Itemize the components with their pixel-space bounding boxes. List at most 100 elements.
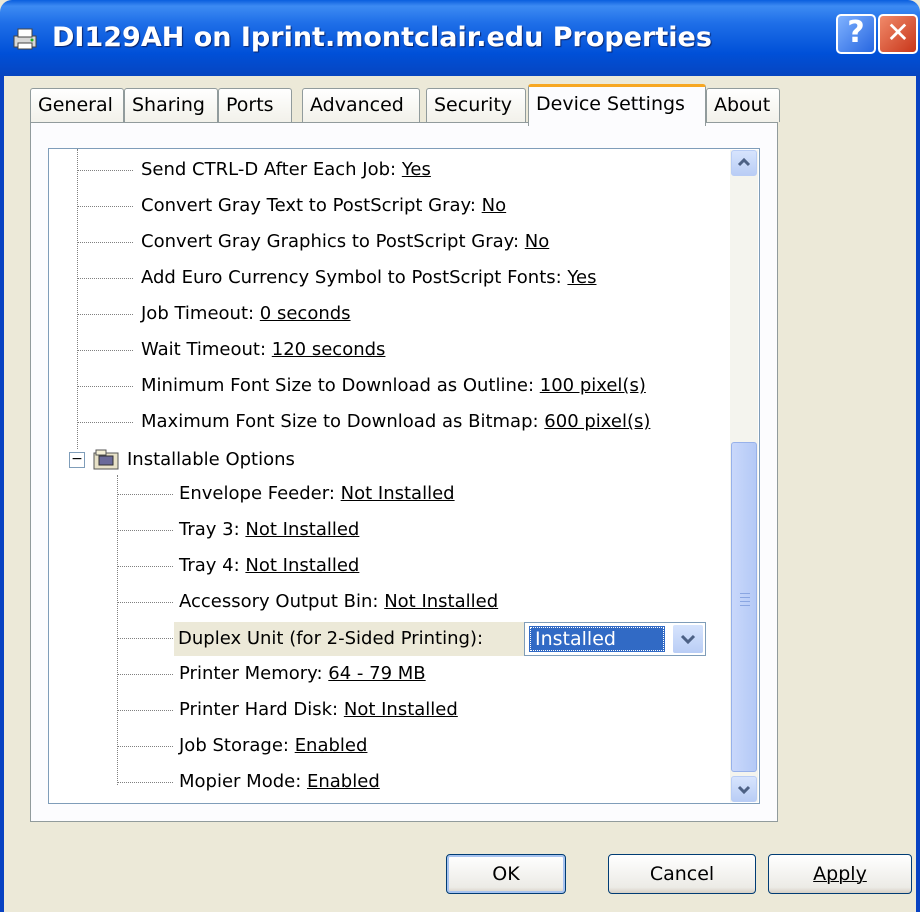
help-button[interactable]: ? xyxy=(836,14,876,54)
duplex-unit-select-value[interactable]: Installed xyxy=(529,626,665,652)
tree-option[interactable]: Printer Memory: 64 - 79 MB xyxy=(179,661,426,687)
tree-item-label: Job Timeout: xyxy=(141,303,260,324)
tree-connector xyxy=(117,638,173,639)
tab-about[interactable]: About xyxy=(706,88,780,122)
tree-item-label: Maximum Font Size to Download as Bitmap: xyxy=(141,411,545,432)
tree-connector xyxy=(117,782,173,783)
close-button[interactable]: ✕ xyxy=(878,14,918,54)
tree-item[interactable]: Send CTRL-D After Each Job: Yes xyxy=(141,157,431,183)
tree-option[interactable]: Tray 3: Not Installed xyxy=(179,517,359,543)
tree-item-label: Convert Gray Text to PostScript Gray: xyxy=(141,195,482,216)
tree-item[interactable]: Add Euro Currency Symbol to PostScript F… xyxy=(141,265,596,291)
ok-button[interactable]: OK xyxy=(446,854,566,894)
tree-connector xyxy=(117,494,173,495)
tree-option-label: Envelope Feeder: xyxy=(179,483,341,504)
tree-option[interactable]: Accessory Output Bin: Not Installed xyxy=(179,589,498,615)
tree-connector xyxy=(117,530,173,531)
tree-option-label: Accessory Output Bin: xyxy=(179,591,385,612)
tree-item-value[interactable]: No xyxy=(525,231,549,252)
tree-connector xyxy=(77,170,133,171)
apply-button-label: Apply xyxy=(813,863,867,885)
title-bar[interactable]: DI129AH on Iprint.montclair.edu Properti… xyxy=(0,0,920,76)
tree-connector xyxy=(117,602,173,603)
tree-item[interactable]: Convert Gray Text to PostScript Gray: No xyxy=(141,193,506,219)
tree-option-label: Job Storage: xyxy=(179,735,295,756)
tab-ports[interactable]: Ports xyxy=(218,88,292,122)
tree-item-value[interactable]: No xyxy=(482,195,506,216)
tab-sharing[interactable]: Sharing xyxy=(124,88,218,122)
window-frame-left xyxy=(0,76,4,912)
help-icon: ? xyxy=(847,15,865,50)
tree-option-value[interactable]: Enabled xyxy=(295,735,368,756)
tree-item-value[interactable]: 0 seconds xyxy=(260,303,351,324)
tree-connector xyxy=(77,278,133,279)
tree-item-label: Minimum Font Size to Download as Outline… xyxy=(141,375,540,396)
printer-settings-icon xyxy=(93,449,119,471)
collapse-icon[interactable]: − xyxy=(69,452,85,468)
tree-item-value[interactable]: 100 pixel(s) xyxy=(540,375,646,396)
tree-group-installable-options[interactable]: − Installable Options xyxy=(69,447,295,473)
chevron-down-icon[interactable] xyxy=(673,625,703,653)
tree-option-value[interactable]: Enabled xyxy=(307,771,380,792)
tree-connector xyxy=(117,746,173,747)
tree-connector xyxy=(77,314,133,315)
tree-option[interactable]: Envelope Feeder: Not Installed xyxy=(179,481,455,507)
tree-group-label: Installable Options xyxy=(127,449,295,470)
tree-item-label: Send CTRL-D After Each Job: xyxy=(141,159,402,180)
tree-option-value[interactable]: Not Installed xyxy=(384,591,498,612)
tree-option-label: Tray 4: xyxy=(179,555,246,576)
tree-option-value[interactable]: 64 - 79 MB xyxy=(328,663,425,684)
tree-connector xyxy=(77,350,133,351)
tree-item[interactable]: Job Timeout: 0 seconds xyxy=(141,301,351,327)
tree-option-value[interactable]: Not Installed xyxy=(344,699,458,720)
tab-general[interactable]: General xyxy=(30,88,124,122)
apply-button[interactable]: Apply xyxy=(768,854,912,894)
tree-option[interactable]: Mopier Mode: Enabled xyxy=(179,769,380,795)
tree-item-label: Convert Gray Graphics to PostScript Gray… xyxy=(141,231,525,252)
tree-item[interactable]: Maximum Font Size to Download as Bitmap:… xyxy=(141,409,650,435)
duplex-unit-select[interactable]: Installed xyxy=(524,622,706,656)
tree-connector xyxy=(117,566,173,567)
close-icon: ✕ xyxy=(886,16,910,49)
tree-option-value[interactable]: Not Installed xyxy=(245,519,359,540)
scroll-down-button[interactable] xyxy=(731,776,757,802)
tree-item[interactable]: Wait Timeout: 120 seconds xyxy=(141,337,385,363)
tree-item-duplex-unit[interactable]: Duplex Unit (for 2-Sided Printing): xyxy=(178,626,483,652)
tree-option-value[interactable]: Not Installed xyxy=(245,555,359,576)
tree-option[interactable]: Printer Hard Disk: Not Installed xyxy=(179,697,458,723)
chevron-up-icon xyxy=(737,157,751,167)
tree-item-value[interactable]: 120 seconds xyxy=(272,339,386,360)
tree-connector xyxy=(77,206,133,207)
tree-option[interactable]: Job Storage: Enabled xyxy=(179,733,367,759)
tree-option-label: Printer Memory: xyxy=(179,663,329,684)
tree-item-value[interactable]: 600 pixel(s) xyxy=(544,411,650,432)
tree-option-label: Tray 3: xyxy=(179,519,246,540)
tree-item-value[interactable]: Yes xyxy=(567,267,596,288)
tree-connector xyxy=(117,475,118,785)
tree-option-value[interactable]: Not Installed xyxy=(341,483,455,504)
tab-device-settings[interactable]: Device Settings xyxy=(528,84,706,126)
scroll-up-button[interactable] xyxy=(731,150,757,176)
tree-item[interactable]: Minimum Font Size to Download as Outline… xyxy=(141,373,646,399)
cancel-button[interactable]: Cancel xyxy=(608,854,756,894)
printer-icon xyxy=(10,26,40,52)
tree-item[interactable]: Convert Gray Graphics to PostScript Gray… xyxy=(141,229,549,255)
tree-item-label: Add Euro Currency Symbol to PostScript F… xyxy=(141,267,568,288)
tree-option-label: Mopier Mode: xyxy=(179,771,307,792)
tree-item-label: Wait Timeout: xyxy=(141,339,272,360)
tree-connector xyxy=(77,149,78,449)
device-settings-tree[interactable]: Send CTRL-D After Each Job: Yes Convert G… xyxy=(48,148,760,804)
tree-connector xyxy=(77,386,133,387)
tree-connector xyxy=(117,674,173,675)
tree-connector xyxy=(77,422,133,423)
tab-security[interactable]: Security xyxy=(426,88,526,122)
window-title: DI129AH on Iprint.montclair.edu Properti… xyxy=(52,22,712,53)
chevron-down-icon xyxy=(737,785,751,795)
tree-scrollbar[interactable] xyxy=(730,150,758,802)
tree-option[interactable]: Tray 4: Not Installed xyxy=(179,553,359,579)
tree-item-value[interactable]: Yes xyxy=(402,159,431,180)
tree-option-label: Printer Hard Disk: xyxy=(179,699,344,720)
tab-advanced[interactable]: Advanced xyxy=(302,88,420,122)
tree-connector xyxy=(77,242,133,243)
scroll-thumb[interactable] xyxy=(731,442,757,772)
